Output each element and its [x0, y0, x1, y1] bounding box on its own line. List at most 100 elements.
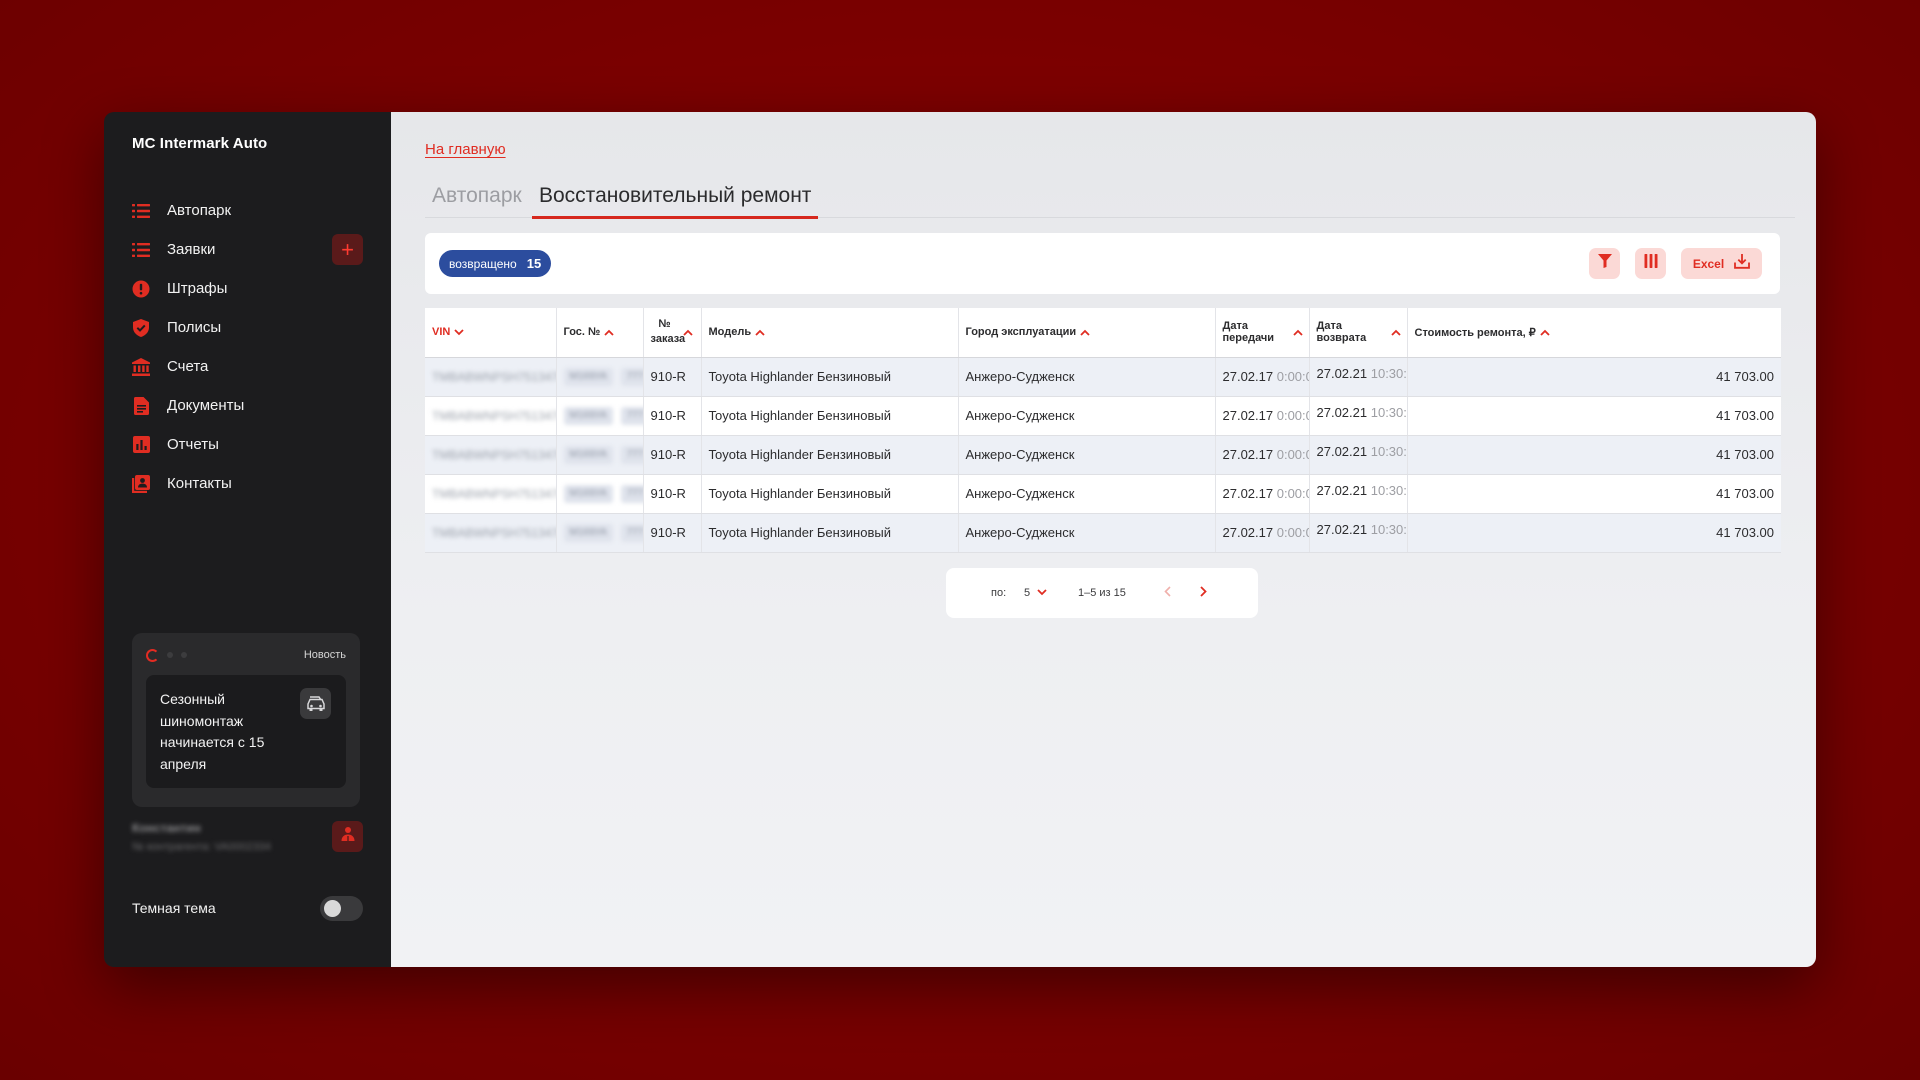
chevron-right-icon: [1200, 586, 1207, 600]
chevron-up-icon: [1540, 325, 1550, 339]
cell-plate: М169УА 777: [556, 513, 644, 553]
cell-order: 910-R: [643, 435, 702, 475]
transfer-time: 0:00:00: [1276, 408, 1308, 423]
cell-city: Анжеро-Судженск: [958, 513, 1216, 553]
cell-repair-cost: 41 703.00: [1407, 513, 1781, 553]
per-page-label: по:: [991, 587, 1007, 599]
cell-transfer-date: 27.02.17 0:00:00: [1215, 474, 1310, 514]
table-header-row: VIN Гос. № № заказа Модель Город эксплуа…: [425, 308, 1781, 358]
return-date: 27.02.21: [1316, 443, 1368, 459]
table-toolbar: возвращено 15 Excel: [425, 233, 1780, 294]
user-profile: Константин № контрагента: VA0002334: [132, 821, 363, 855]
cell-vin: TMBABWNPSH7513478: [425, 513, 557, 553]
pagination: по: 5 1–5 из 15: [946, 568, 1258, 618]
sidebar-item-label: Контакты: [167, 475, 232, 492]
table-row[interactable]: TMBABWNPSH7513478 М169УА 777 910-R Toyota…: [425, 513, 1781, 553]
column-header-label: № заказа: [650, 318, 686, 346]
cell-return-date: 27.02.21 10:30:00: [1309, 396, 1408, 436]
cell-model: Toyota Highlander Бензиновый: [701, 357, 959, 397]
sidebar-item-reports[interactable]: Отчеты: [132, 425, 363, 464]
chevron-up-icon: [1080, 325, 1090, 339]
cell-transfer-date: 27.02.17 0:00:00: [1215, 435, 1310, 475]
chip-label: возвращено: [449, 256, 517, 271]
user-contract: № контрагента: VA0002334: [132, 841, 272, 853]
cell-transfer-date: 27.02.17 0:00:00: [1215, 357, 1310, 397]
dark-theme-row: Темная тема: [132, 895, 363, 921]
news-card[interactable]: Сезонный шиномонтаж начинается с 15 апре…: [146, 675, 346, 788]
carousel-dot[interactable]: [167, 652, 173, 658]
sidebar-item-documents[interactable]: Документы: [132, 386, 363, 425]
plate-number: М169УА: [563, 524, 613, 542]
column-header-vin[interactable]: VIN: [425, 308, 557, 358]
sidebar-item-label: Автопарк: [167, 202, 232, 219]
tab-fleet[interactable]: Автопарк: [432, 184, 522, 218]
cell-city: Анжеро-Судженск: [958, 357, 1216, 397]
sidebar-item-label: Заявки: [167, 241, 216, 258]
per-page-value: 5: [1024, 587, 1031, 599]
sidebar-item-requests[interactable]: Заявки +: [132, 230, 363, 269]
sidebar-item-label: Счета: [167, 358, 209, 375]
transfer-time: 0:00:00: [1276, 369, 1308, 384]
column-header-order[interactable]: № заказа: [643, 308, 702, 358]
sidebar-item-policies[interactable]: Полисы: [132, 308, 363, 347]
filter-icon: [1597, 254, 1612, 273]
column-header-return-date[interactable]: Дата возврата: [1309, 308, 1408, 358]
cell-return-date: 27.02.21 10:30:00: [1309, 474, 1408, 514]
column-header-city[interactable]: Город эксплуатации: [958, 308, 1216, 358]
return-date: 27.02.21: [1316, 365, 1368, 381]
cell-vin: TMBABWNPSH7513478: [425, 474, 557, 514]
app-window: MC Intermark Auto Автопарк Заявки + Штра: [104, 112, 1816, 967]
column-header-repair-cost[interactable]: Стоимость ремонта, ₽: [1407, 308, 1781, 358]
carousel-dot[interactable]: [181, 652, 187, 658]
news-widget: Новость Сезонный шиномонтаж начинается с…: [132, 633, 360, 807]
toggle-knob: [324, 899, 341, 917]
prev-page-button[interactable]: [1164, 586, 1171, 600]
chevron-up-icon: [604, 325, 614, 339]
tab-restoration-repair[interactable]: Восстановительный ремонт: [531, 184, 819, 219]
status-filter-chip[interactable]: возвращено 15: [439, 250, 552, 277]
column-header-transfer-date[interactable]: Дата передачи: [1215, 308, 1310, 358]
excel-export-button[interactable]: Excel: [1681, 248, 1762, 279]
add-request-button[interactable]: +: [332, 234, 363, 265]
sidebar-item-fleet[interactable]: Автопарк: [132, 191, 363, 230]
cell-order: 910-R: [643, 396, 702, 436]
dark-theme-toggle[interactable]: [320, 895, 363, 921]
breadcrumb-home-link[interactable]: На главную: [425, 141, 506, 158]
column-header-label: Город эксплуатации: [965, 326, 1077, 339]
dark-theme-label: Темная тема: [132, 900, 216, 916]
cell-repair-cost: 41 703.00: [1407, 435, 1781, 475]
columns-button[interactable]: [1635, 248, 1666, 279]
profile-button[interactable]: [332, 821, 363, 852]
chart-icon: [132, 436, 150, 454]
next-page-button[interactable]: [1200, 586, 1207, 600]
sidebar-item-contacts[interactable]: Контакты: [132, 464, 363, 503]
contacts-icon: [132, 474, 150, 493]
vin-value: TMBABWNPSH7513478: [432, 370, 556, 384]
plate-number: М169УА: [563, 368, 613, 386]
per-page-select[interactable]: 5: [1024, 587, 1047, 599]
tab-bar: Автопарк Восстановительный ремонт: [425, 184, 1795, 219]
chevron-up-icon: [755, 325, 765, 339]
column-header-label: Дата возврата: [1316, 320, 1367, 345]
sidebar-item-fines[interactable]: Штрафы: [132, 269, 363, 308]
column-header-plate[interactable]: Гос. №: [556, 308, 644, 358]
plate-region: 777: [620, 485, 642, 503]
cell-city: Анжеро-Судженск: [958, 435, 1216, 475]
sidebar-item-invoices[interactable]: Счета: [132, 347, 363, 386]
table-row[interactable]: TMBABWNPSH7513478 М169УА 777 910-R Toyota…: [425, 396, 1781, 436]
cell-vin: TMBABWNPSH7513478: [425, 396, 557, 436]
table-row[interactable]: TMBABWNPSH7513478 М169УА 777 910-R Toyota…: [425, 435, 1781, 475]
return-time: 10:30:00: [1370, 521, 1407, 537]
return-time: 10:30:00: [1370, 443, 1407, 459]
repair-table: VIN Гос. № № заказа Модель Город эксплуа…: [425, 308, 1781, 553]
column-header-model[interactable]: Модель: [701, 308, 959, 358]
cell-transfer-date: 27.02.17 0:00:00: [1215, 396, 1310, 436]
plate-region: 777: [620, 524, 642, 542]
table-row[interactable]: TMBABWNPSH7513478 М169УА 777 910-R Toyota…: [425, 474, 1781, 514]
shield-icon: [132, 318, 150, 337]
return-date: 27.02.21: [1316, 521, 1368, 537]
table-row[interactable]: TMBABWNPSH7513478 М169УА 777 910-R Toyota…: [425, 357, 1781, 397]
chevron-down-icon: [1037, 587, 1047, 599]
filter-button[interactable]: [1589, 248, 1620, 279]
sidebar-item-label: Документы: [167, 397, 245, 414]
